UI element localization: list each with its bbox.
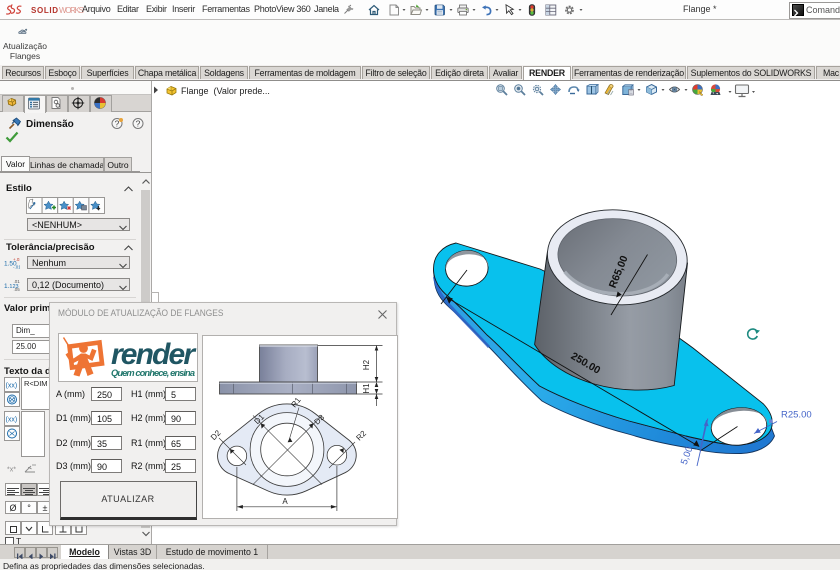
svg-text:Quem conhece, ensina: Quem conhece, ensina — [111, 368, 195, 378]
svg-text:SOLID: SOLID — [31, 6, 58, 15]
svg-text:(xx): (xx) — [6, 383, 18, 390]
svg-text:(xx): (xx) — [6, 417, 18, 424]
svg-text:H1: H1 — [362, 383, 371, 394]
svg-text:?: ? — [136, 119, 141, 129]
svg-text:.05: .05 — [14, 287, 21, 292]
svg-text:A: A — [282, 497, 288, 506]
svg-text:*x*: *x* — [7, 467, 16, 474]
svg-text:.01: .01 — [14, 279, 21, 284]
svg-text:R25.00: R25.00 — [781, 410, 812, 421]
svg-text:render: render — [111, 338, 197, 371]
svg-text:?: ? — [115, 119, 120, 129]
svg-text:+.01: +.01 — [13, 257, 20, 262]
svg-text:-.01: -.01 — [13, 265, 20, 270]
svg-text:WORKS: WORKS — [59, 6, 84, 15]
svg-text:5,00: 5,00 — [679, 445, 696, 466]
svg-text:R2: R2 — [354, 429, 368, 443]
svg-text:H2: H2 — [362, 359, 371, 370]
